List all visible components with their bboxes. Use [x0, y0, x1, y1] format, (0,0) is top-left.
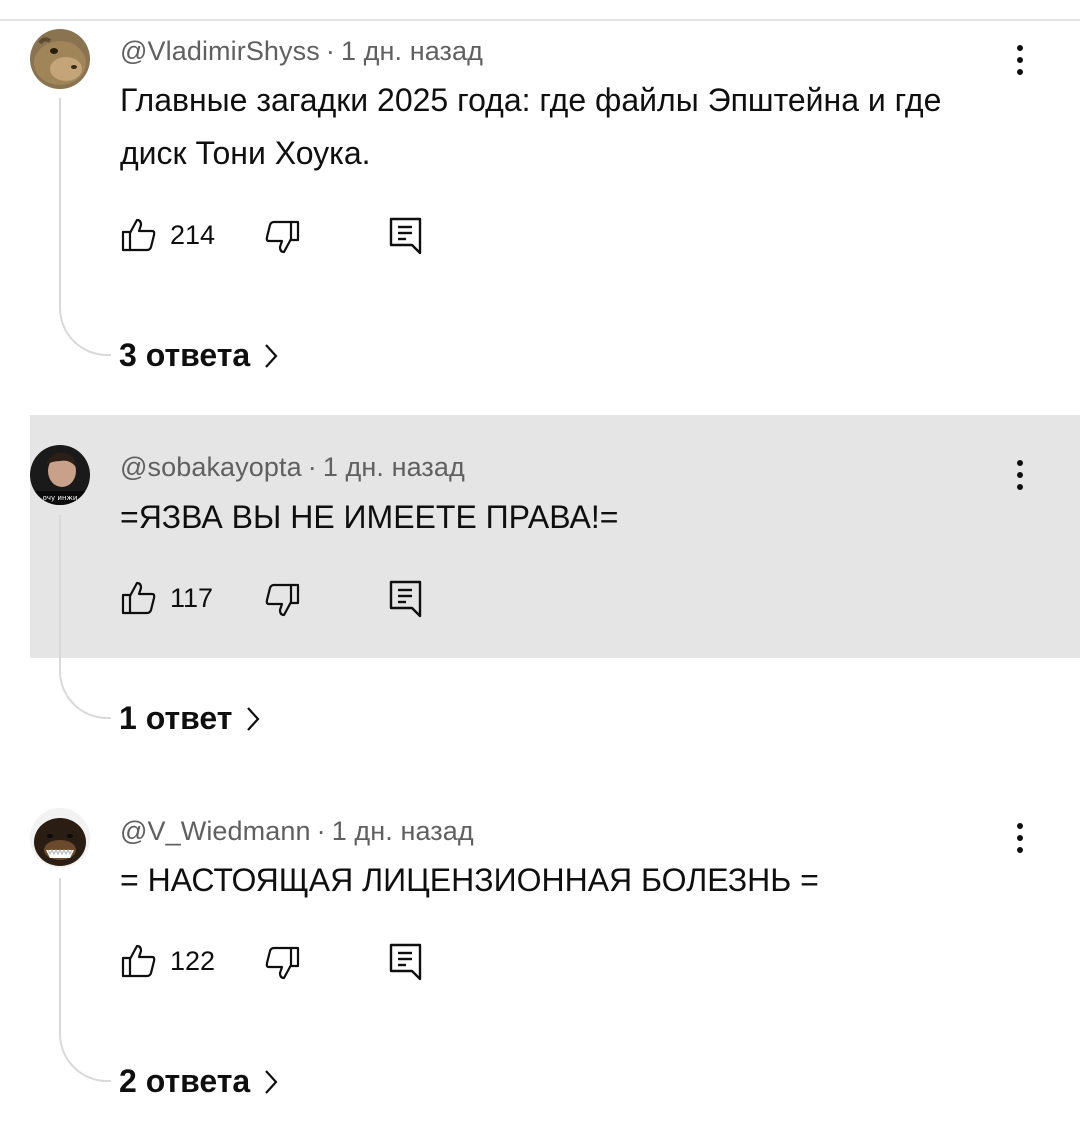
thumbs-up-icon — [121, 218, 156, 252]
more-vertical-icon — [1017, 823, 1023, 829]
comment-text: = НАСТОЯЩАЯ ЛИЦЕНЗИОННАЯ БОЛЕЗНЬ = — [120, 862, 819, 898]
thread-line — [59, 515, 111, 719]
replies-label: 3 ответа — [119, 337, 251, 373]
replies-label: 2 ответа — [119, 1063, 251, 1099]
author-name[interactable]: @VladimirShyss — [120, 36, 320, 66]
more-vertical-icon — [1017, 45, 1023, 51]
show-replies-button[interactable]: 3 ответа — [119, 337, 278, 374]
comment-time: 1 дн. назад — [331, 816, 474, 846]
more-options-button[interactable] — [1004, 453, 1036, 497]
reply-comment-icon — [389, 217, 422, 255]
more-vertical-icon-dot — [1017, 484, 1023, 490]
show-replies-button[interactable]: 1 ответ — [119, 700, 260, 737]
comment-3: @V_Wiedmann · 1 дн. назад = НАСТОЯЩАЯ ЛИЦЕ… — [0, 780, 1080, 1120]
thumbs-up-icon — [121, 581, 156, 615]
more-vertical-icon — [1017, 460, 1023, 466]
comment-1: @VladimirShyss · 1 дн. назад Главные загад… — [0, 0, 1080, 400]
more-vertical-icon-dot — [1017, 847, 1023, 853]
show-replies-button[interactable]: 2 ответа — [119, 1063, 278, 1100]
reply-comment-icon — [389, 580, 422, 618]
comment-2: очу инжи @sobakayopta · 1 дн. назад =ЯЗВА … — [0, 415, 1080, 745]
avatar[interactable]: очу инжи — [30, 445, 90, 505]
avatar-caption: очу инжи — [43, 494, 78, 502]
more-vertical-icon-dot — [1017, 835, 1023, 841]
reply-button[interactable] — [388, 579, 424, 624]
like-count: 214 — [170, 220, 216, 250]
more-vertical-icon-dot — [1017, 57, 1023, 63]
more-options-button[interactable] — [1004, 816, 1036, 860]
thumbs-up-icon — [121, 944, 156, 978]
comment-time: 1 дн. назад — [340, 36, 484, 66]
dislike-button[interactable] — [263, 218, 301, 261]
like-button[interactable] — [120, 216, 158, 259]
dislike-button[interactable] — [263, 581, 301, 624]
author-name[interactable]: @V_Wiedmann — [120, 816, 311, 846]
avatar[interactable] — [30, 29, 90, 89]
thumbs-down-icon — [265, 220, 300, 254]
like-button[interactable] — [120, 942, 158, 985]
comment-time: 1 дн. назад — [322, 452, 465, 482]
avatar[interactable] — [30, 808, 90, 868]
more-vertical-icon-dot — [1017, 472, 1023, 478]
comment-meta: @V_Wiedmann · 1 дн. назад — [120, 816, 474, 847]
thread-line — [59, 98, 111, 356]
thumbs-down-icon — [265, 583, 300, 617]
chevron-right-icon — [265, 1069, 278, 1094]
more-vertical-icon-dot — [1017, 69, 1023, 75]
meta-separator: · — [307, 452, 317, 482]
reply-comment-icon — [389, 943, 422, 981]
chevron-right-icon — [265, 343, 278, 368]
comment-text: =ЯЗВА ВЫ НЕ ИМЕЕТЕ ПРАВА!= — [120, 499, 619, 535]
meta-separator: · — [316, 816, 326, 846]
thread-line — [59, 878, 111, 1082]
comment-meta: @sobakayopta · 1 дн. назад — [120, 452, 465, 483]
thumbs-down-icon — [265, 946, 300, 980]
comment-text: Главные загадки 2025 года: где файлы Эпш… — [120, 82, 942, 171]
more-options-button[interactable] — [1004, 38, 1036, 82]
reply-button[interactable] — [388, 216, 424, 261]
chevron-right-icon — [247, 706, 260, 731]
like-button[interactable] — [120, 579, 158, 622]
like-count: 122 — [170, 946, 216, 976]
dislike-button[interactable] — [263, 944, 301, 987]
reply-button[interactable] — [388, 942, 424, 987]
meta-separator: · — [325, 36, 335, 66]
comment-meta: @VladimirShyss · 1 дн. назад — [120, 36, 483, 67]
author-name[interactable]: @sobakayopta — [120, 452, 302, 482]
replies-label: 1 ответ — [119, 700, 233, 736]
like-count: 117 — [170, 583, 214, 613]
